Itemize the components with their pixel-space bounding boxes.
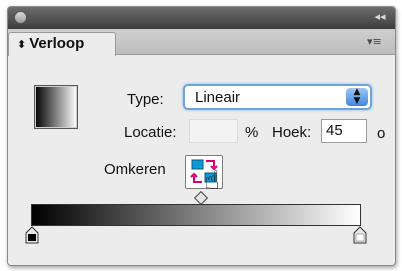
angle-label: Hoek: — [272, 124, 312, 141]
panel-titlebar: ◂◂ — [8, 7, 395, 29]
tab-verloop[interactable]: ⬍ Verloop — [8, 32, 116, 56]
type-select[interactable]: Lineair ▲ ▼ — [183, 84, 372, 110]
angle-unit: o — [377, 125, 386, 142]
tab-arrows-icon: ⬍ — [17, 38, 27, 51]
gradient-slider[interactable] — [31, 204, 361, 226]
location-input[interactable] — [189, 119, 238, 143]
color-stop-black[interactable] — [25, 226, 39, 244]
close-button[interactable] — [14, 11, 27, 24]
percent-unit: % — [245, 124, 259, 141]
angle-input[interactable]: 45 — [321, 119, 367, 143]
reverse-label: Omkeren — [104, 161, 166, 178]
type-label: Type: — [127, 91, 164, 108]
gradient-swatch[interactable] — [34, 85, 78, 129]
panel-menu-icon[interactable]: ▾≡ — [367, 35, 387, 49]
select-arrows-icon: ▲ ▼ — [346, 88, 368, 106]
panel-tabbar: ⬍ Verloop ▾≡ — [8, 29, 395, 56]
type-select-value: Lineair — [195, 89, 241, 106]
color-stop-white[interactable] — [353, 226, 367, 244]
gradient-panel: ◂◂ ⬍ Verloop ▾≡ Type: Lineair ▲ ▼ Locatie:… — [7, 6, 396, 266]
location-label: Locatie: — [124, 124, 177, 141]
tab-label: Verloop — [29, 35, 85, 52]
collapse-icon[interactable]: ◂◂ — [373, 10, 387, 24]
hand-cursor-icon: ☝ — [204, 166, 220, 196]
